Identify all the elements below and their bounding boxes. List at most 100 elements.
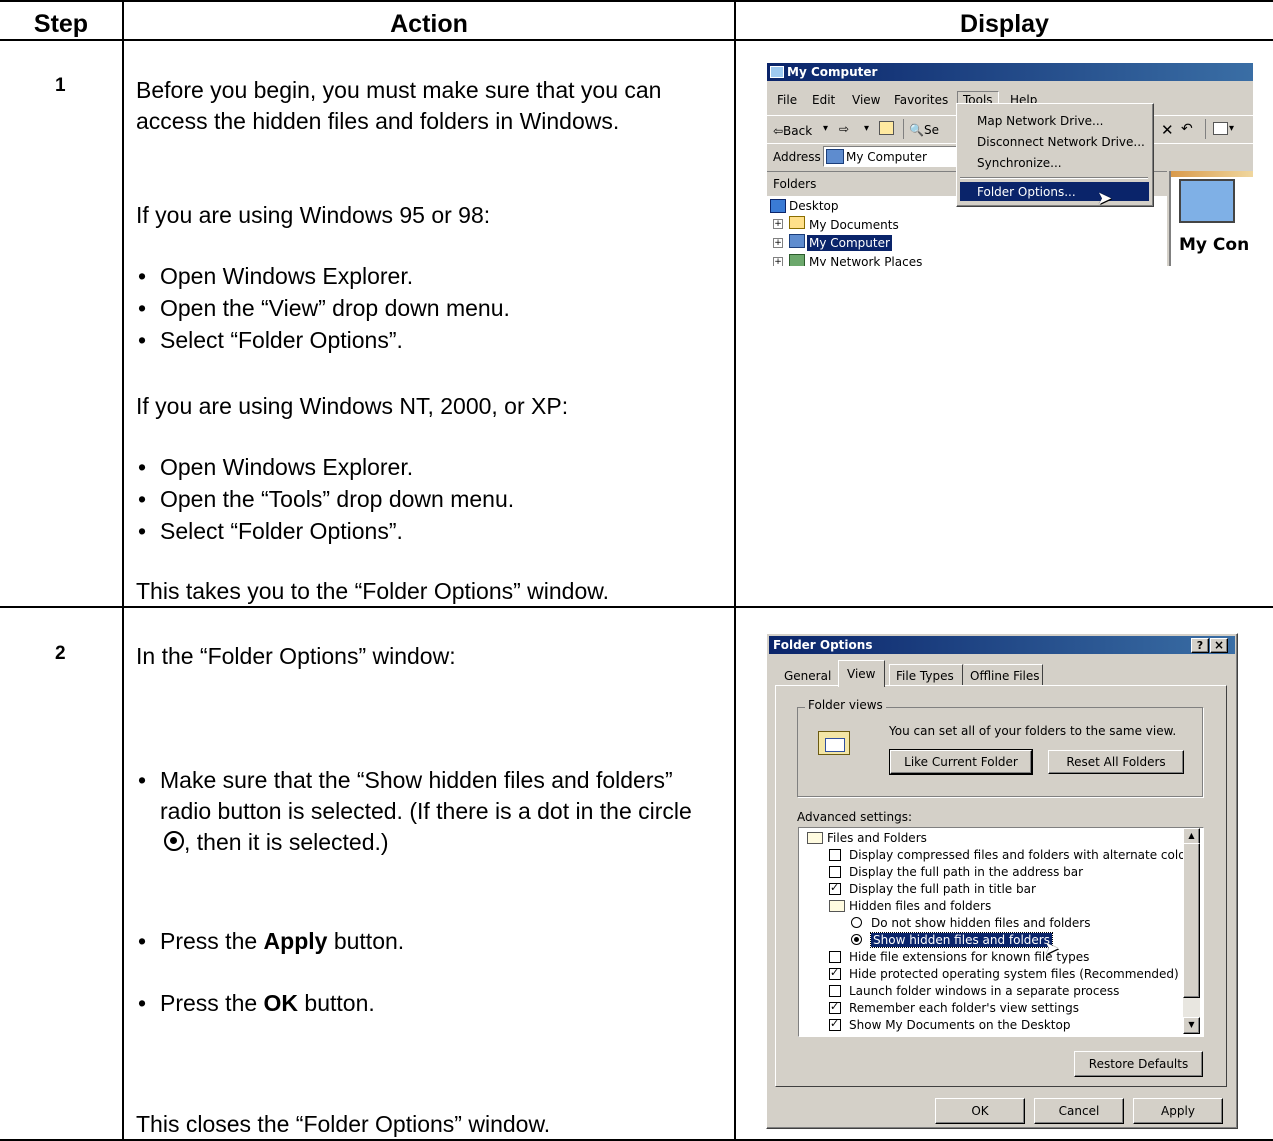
views-dropdown-icon[interactable]: ▾ — [1229, 123, 1234, 134]
folder-views-text: You can set all of your folders to the s… — [889, 724, 1177, 738]
dialog-title: Folder Options — [773, 638, 873, 652]
tab-offline-files[interactable]: Offline Files — [964, 664, 1043, 685]
folder-icon — [807, 832, 823, 844]
step2-bullet-ok: Press the OK button. — [138, 988, 375, 1019]
tools-item-disconnect-drive[interactable]: Disconnect Network Drive... — [977, 135, 1145, 149]
radio-selected-icon[interactable] — [851, 934, 862, 945]
advanced-item[interactable]: Display the full path in the address bar — [799, 864, 1179, 881]
undo-icon[interactable]: ↶ — [1181, 121, 1193, 137]
back-button[interactable]: ⇦Back — [773, 124, 812, 138]
tree-network-places[interactable]: My Network Places — [809, 255, 922, 266]
scrollbar[interactable]: ▲ ▼ — [1183, 828, 1200, 1034]
close-button[interactable]: × — [1210, 638, 1228, 653]
computer-large-icon — [1179, 179, 1235, 223]
advanced-item[interactable]: Do not show hidden files and folders — [799, 915, 1179, 932]
back-dropdown-icon[interactable]: ▾ — [823, 123, 828, 134]
advanced-item[interactable]: Display the full path in title bar — [799, 881, 1179, 898]
checkbox-checked-icon[interactable] — [829, 966, 841, 980]
table-border-top — [0, 0, 1273, 2]
advanced-settings-list: Files and Folders Display compressed file… — [798, 827, 1204, 1037]
advanced-item[interactable]: Show My Documents on the Desktop — [799, 1017, 1179, 1034]
step2-bullet-radio: Make sure that the “Show hidden files an… — [138, 765, 715, 858]
reset-all-folders-button[interactable]: Reset All Folders — [1048, 750, 1184, 774]
checkbox-icon[interactable] — [829, 951, 841, 963]
tab-file-types[interactable]: File Types — [889, 664, 963, 685]
step1-w9x-bullet: Select “Folder Options”. — [138, 325, 403, 356]
step2-outro: This closes the “Folder Options” window. — [136, 1111, 551, 1137]
header-divider — [0, 39, 1273, 41]
step1-intro: Before you begin, you must make sure tha… — [136, 77, 662, 134]
tree-desktop[interactable]: Desktop — [789, 199, 839, 213]
advanced-item[interactable]: Show hidden files and folders — [799, 932, 1179, 949]
expand-icon[interactable]: + — [773, 219, 783, 229]
radio-dot-icon — [164, 831, 184, 851]
computer-icon — [789, 234, 805, 248]
tab-file-types-label: File Types — [896, 669, 954, 683]
advanced-item-label: Hide protected operating system files (R… — [849, 967, 1179, 981]
advanced-item[interactable]: Launch folder windows in a separate proc… — [799, 983, 1179, 1000]
step1-nt-bullet: Open the “Tools” drop down menu. — [138, 484, 514, 515]
menu-view[interactable]: View — [852, 93, 880, 107]
checkbox-checked-icon[interactable] — [829, 1000, 841, 1014]
tree-my-documents[interactable]: My Documents — [809, 218, 899, 232]
tab-offline-files-label: Offline Files — [970, 669, 1040, 683]
step-number-1: 1 — [55, 75, 66, 96]
checkbox-checked-icon[interactable] — [829, 881, 841, 895]
address-input[interactable]: My Computer — [823, 146, 965, 167]
step2-bullet-apply: Press the Apply button. — [138, 926, 404, 957]
menu-edit[interactable]: Edit — [812, 93, 835, 107]
search-button[interactable]: 🔍Se — [909, 123, 939, 137]
step-number-2: 2 — [55, 643, 66, 664]
checkbox-checked-icon[interactable] — [829, 1017, 841, 1031]
advanced-item-label: Launch folder windows in a separate proc… — [849, 984, 1120, 998]
tab-general[interactable]: General — [784, 669, 831, 683]
advanced-item[interactable]: Hide protected operating system files (R… — [799, 966, 1179, 983]
tools-item-synchronize[interactable]: Synchronize... — [977, 156, 1062, 170]
delete-icon[interactable]: ✕ — [1161, 121, 1174, 139]
help-button[interactable]: ? — [1191, 638, 1209, 653]
checkbox-icon[interactable] — [829, 985, 841, 997]
scroll-down-button[interactable]: ▼ — [1183, 1017, 1200, 1034]
tools-item-map-drive[interactable]: Map Network Drive... — [977, 114, 1104, 128]
search-label: Se — [923, 123, 939, 137]
expand-icon[interactable]: + — [773, 257, 783, 266]
forward-icon[interactable]: ⇨ — [839, 122, 849, 136]
up-folder-icon[interactable] — [879, 121, 894, 135]
apply-button[interactable]: Apply — [1133, 1098, 1223, 1124]
scroll-thumb[interactable] — [1183, 843, 1200, 998]
tab-view[interactable]: View — [838, 660, 885, 687]
menu-favorites[interactable]: Favorites — [894, 93, 948, 107]
content-title: My Con — [1179, 235, 1250, 255]
explorer-titlebar: My Computer — [767, 63, 1253, 81]
advanced-item-label: Display the full path in title bar — [849, 882, 1036, 896]
restore-defaults-button[interactable]: Restore Defaults — [1074, 1051, 1203, 1077]
tools-item-folder-options[interactable]: Folder Options... — [960, 182, 1149, 201]
advanced-item-label: Display the full path in the address bar — [849, 865, 1084, 879]
expand-icon[interactable]: + — [773, 238, 783, 248]
mouse-cursor-icon: ➤ — [1097, 188, 1113, 209]
advanced-item[interactable]: Hidden files and folders — [799, 898, 1179, 915]
ok-button[interactable]: OK — [935, 1098, 1025, 1124]
advanced-item[interactable]: Hide file extensions for known file type… — [799, 949, 1179, 966]
like-current-folder-button[interactable]: Like Current Folder — [889, 749, 1033, 775]
address-label: Address — [773, 150, 821, 164]
advanced-item[interactable]: Files and Folders — [799, 830, 1179, 847]
advanced-item[interactable]: Display compressed files and folders wit… — [799, 847, 1190, 864]
step1-w9x-bullet: Open the “View” drop down menu. — [138, 293, 510, 324]
folder-options-dialog: Folder Options ? × General View File Typ… — [766, 633, 1238, 1129]
col-divider-1 — [122, 0, 124, 1141]
advanced-item-label: Files and Folders — [827, 831, 927, 845]
checkbox-icon[interactable] — [829, 866, 841, 878]
tree-my-computer[interactable]: My Computer — [807, 235, 892, 251]
advanced-item[interactable]: Remember each folder's view settings — [799, 1000, 1179, 1017]
views-icon[interactable] — [1213, 122, 1228, 135]
forward-dropdown-icon[interactable]: ▾ — [864, 123, 869, 134]
menu-separator — [960, 177, 1148, 179]
folder-views-label: Folder views — [805, 698, 886, 712]
search-icon: 🔍 — [909, 123, 924, 137]
cancel-button[interactable]: Cancel — [1034, 1098, 1124, 1124]
col-divider-2 — [734, 0, 736, 1141]
checkbox-icon[interactable] — [829, 849, 841, 861]
menu-file[interactable]: File — [777, 93, 797, 107]
radio-icon[interactable] — [851, 917, 862, 928]
